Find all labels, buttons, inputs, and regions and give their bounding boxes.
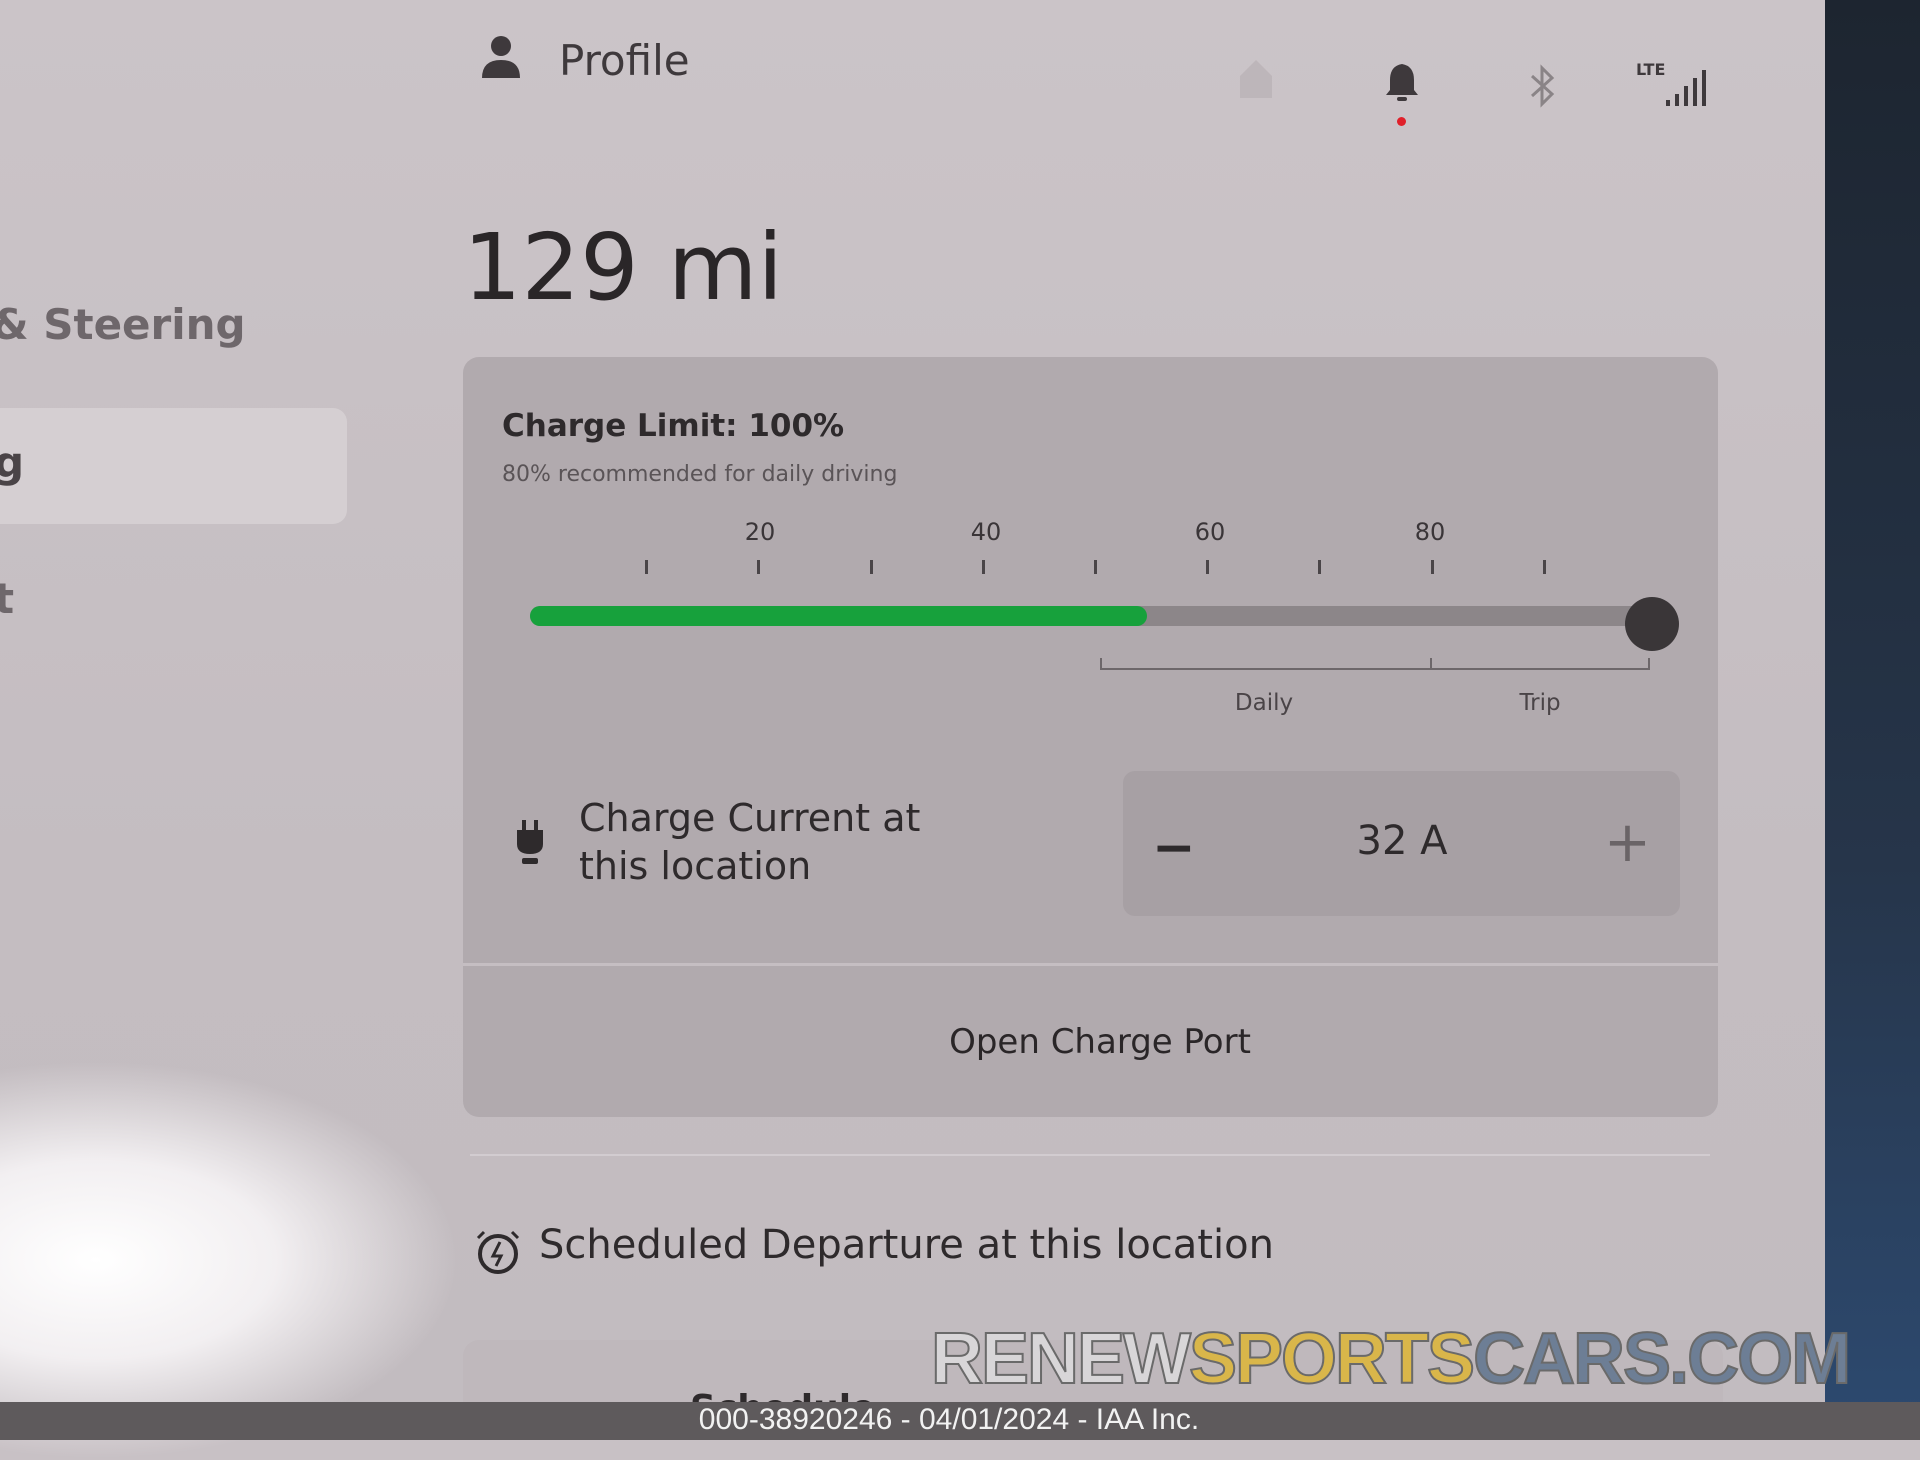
tick-mark	[757, 560, 761, 574]
sidebar-item-steering[interactable]: & Steering	[0, 300, 246, 349]
sidebar-item-charging[interactable]: g	[0, 438, 24, 487]
tick-mark	[1094, 560, 1097, 574]
tick-mark	[645, 560, 649, 574]
daily-range-label: Daily	[1234, 690, 1294, 716]
bell-icon[interactable]	[1384, 62, 1420, 106]
bracket-divider	[1430, 658, 1432, 670]
bluetooth-icon[interactable]	[1526, 62, 1560, 110]
lte-signal-icon	[1666, 70, 1706, 106]
tick-mark	[1206, 560, 1210, 574]
range-value: 129 mi	[463, 214, 784, 321]
plug-icon	[517, 820, 543, 864]
tick-mark	[1542, 560, 1546, 574]
tick-label-40: 40	[970, 518, 1002, 546]
increase-current-button[interactable]: +	[1604, 810, 1651, 875]
daily-trip-bracket	[1100, 658, 1650, 670]
tick-label-80: 80	[1414, 518, 1446, 546]
bezel	[1825, 0, 1920, 1440]
charge-current-value: 32 A	[1356, 818, 1448, 864]
notification-dot	[1397, 117, 1406, 126]
person-icon[interactable]	[480, 34, 522, 80]
alarm-clock-icon	[476, 1230, 520, 1274]
tick-mark	[869, 560, 873, 574]
tick-mark	[1318, 560, 1322, 574]
charge-current-label: Charge Current at this location	[579, 794, 920, 890]
section-divider	[470, 1154, 1710, 1156]
decrease-current-button[interactable]: −	[1152, 818, 1196, 878]
charge-limit-subtitle: 80% recommended for daily driving	[502, 462, 898, 487]
charge-limit-slider-handle[interactable]	[1625, 597, 1679, 651]
open-charge-port-label: Open Charge Port	[949, 1022, 1251, 1062]
lte-label: LTE	[1636, 60, 1666, 79]
sidebar-item-next[interactable]: t	[0, 574, 14, 623]
footer-caption: 000-38920246 - 04/01/2024 - IAA Inc.	[698, 1403, 1200, 1436]
tick-mark	[981, 560, 985, 574]
tick-label-20: 20	[744, 518, 776, 546]
tick-mark	[1430, 560, 1434, 574]
trip-range-label: Trip	[1519, 690, 1561, 716]
charge-current-label-line2: this location	[579, 844, 812, 888]
watermark-logo: RENEWSPORTSCARS.COM	[930, 1318, 1852, 1400]
tick-label-60: 60	[1194, 518, 1226, 546]
profile-label[interactable]: Profile	[559, 36, 690, 85]
home-icon[interactable]	[1236, 56, 1276, 100]
battery-level-fill	[530, 606, 1148, 626]
charge-limit-title: Charge Limit: 100%	[502, 408, 845, 444]
charge-current-label-line1: Charge Current at	[579, 796, 921, 840]
screen-glare	[0, 1060, 460, 1460]
sidebar-selected-item[interactable]	[0, 408, 347, 524]
scheduled-departure-label[interactable]: Scheduled Departure at this location	[539, 1222, 1274, 1268]
